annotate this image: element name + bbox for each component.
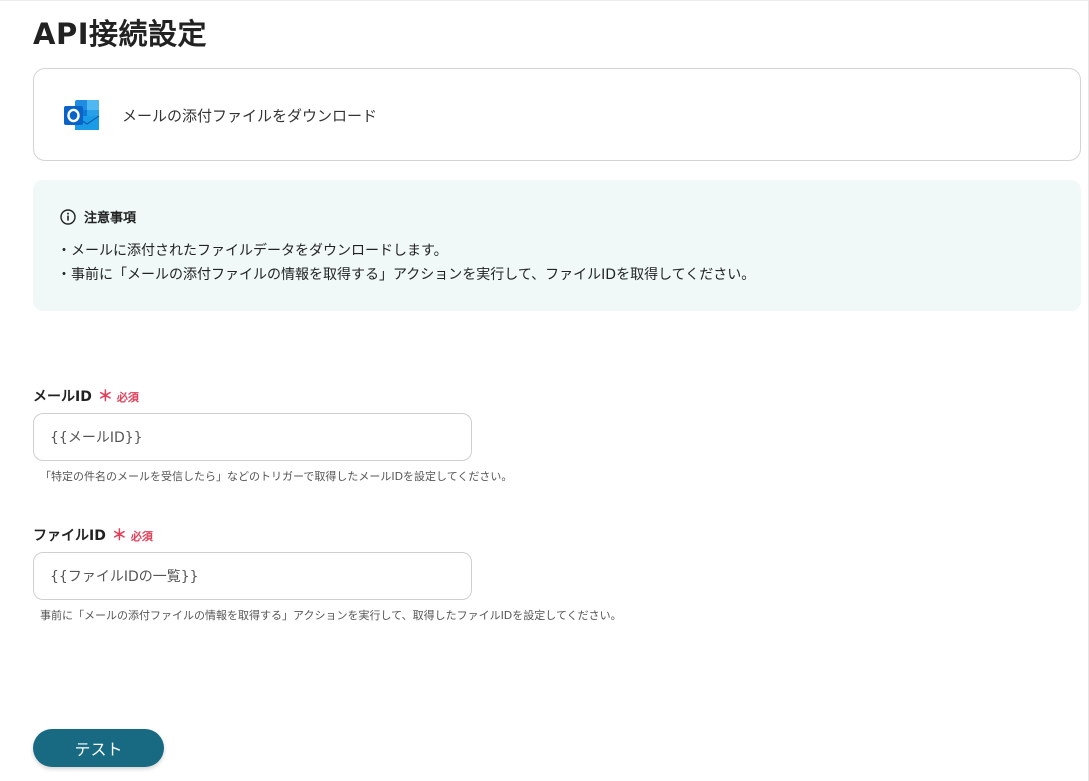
file-id-help-text: 事前に「メールの添付ファイルの情報を取得する」アクションを実行して、取得したファ… xyxy=(40,609,622,622)
file-id-label-row: ファイルID ＊ 必須 xyxy=(33,524,153,545)
api-connection-settings-page: API接続設定 メールの添付ファイルをダウンロード 注意事項 ・メールに添付され… xyxy=(0,0,1089,781)
required-asterisk: ＊ xyxy=(97,387,113,405)
notice-box: 注意事項 ・メールに添付されたファイルデータをダウンロードします。 ・事前に「メ… xyxy=(33,180,1081,311)
required-badge: 必須 xyxy=(130,530,153,543)
required-badge: 必須 xyxy=(116,391,139,404)
mail-id-help-text: 「特定の件名のメールを受信したら」などのトリガーで取得したメールIDを設定してく… xyxy=(40,470,513,483)
action-label: メールの添付ファイルをダウンロード xyxy=(122,107,378,125)
file-id-label: ファイルID xyxy=(33,528,106,544)
notice-line: ・メールに添付されたファイルデータをダウンロードします。 xyxy=(57,243,448,259)
mail-id-label-row: メールID ＊ 必須 xyxy=(33,385,139,406)
mail-id-input[interactable] xyxy=(33,413,472,461)
mail-id-label: メールID xyxy=(33,389,92,405)
notice-line: ・事前に「メールの添付ファイルの情報を取得する」アクションを実行して、ファイルI… xyxy=(57,267,756,283)
required-asterisk: ＊ xyxy=(111,526,127,544)
test-button[interactable]: テスト xyxy=(33,729,164,767)
info-icon xyxy=(60,208,76,225)
notice-title: 注意事項 xyxy=(84,211,137,226)
page-title: API接続設定 xyxy=(33,17,207,51)
outlook-icon xyxy=(64,100,100,130)
file-id-input[interactable] xyxy=(33,552,472,600)
app-action-card[interactable]: メールの添付ファイルをダウンロード xyxy=(33,68,1081,161)
notice-header: 注意事項 xyxy=(60,207,136,226)
